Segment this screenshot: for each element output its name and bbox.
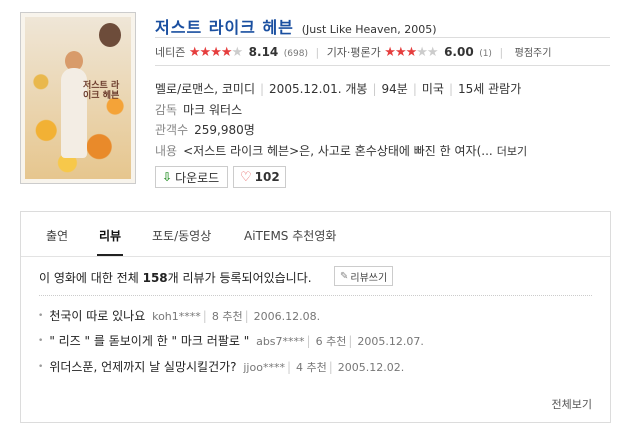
star-filled-icon: ★ [405, 45, 418, 60]
star-empty-icon: ★ [416, 45, 428, 60]
tab-aitems[interactable]: AiTEMS 추천영화 [244, 227, 336, 244]
separator: | [499, 46, 504, 59]
like-button[interactable]: ♡ 102 [233, 166, 286, 188]
divider [39, 295, 592, 296]
divider [155, 37, 610, 38]
review-item[interactable]: • 위더스푼, 언제까지 날 실망시킬건가? jjoo**** | 4 추천 | 2005… [38, 358, 404, 375]
total-suffix: 개 리뷰가 등록되어있습니다. [167, 271, 312, 285]
star-filled-icon: ★ [210, 45, 222, 60]
title-row: 저스트 라이크 헤븐 (Just Like Heaven, 2005) [155, 14, 437, 38]
write-review-label: 리뷰쓰기 [350, 272, 388, 284]
tab-photo-video[interactable]: 포토/동영상 [152, 227, 211, 244]
netizen-label: 네티즌 [155, 46, 186, 59]
bullet-icon: • [38, 311, 44, 321]
release-date: 2005.12.01. 개봉 [269, 82, 368, 96]
genre-link[interactable]: 멜로/로맨스, 코미디 [155, 82, 255, 96]
critic-label: 기자·평론가 [326, 46, 381, 59]
like-count: 102 [254, 170, 280, 184]
write-review-button[interactable]: ✎ 리뷰쓰기 [334, 266, 394, 286]
audience-count: 259,980명 [194, 123, 255, 137]
star-filled-icon: ★ [394, 45, 407, 60]
country-link[interactable]: 미국 [422, 82, 444, 96]
critic-stars: ★★★★★ [384, 45, 439, 60]
review-date: 2005.12.07. [357, 335, 424, 348]
bullet-icon: • [38, 336, 44, 346]
review-item[interactable]: • " 리즈 " 를 돋보이게 한 " 마크 러팔로 " abs7**** | 6 추… [38, 332, 424, 349]
review-recommend: 4 추천 [296, 361, 327, 374]
separator: | [315, 46, 320, 59]
netizen-score: 8.14 [248, 45, 279, 59]
review-date: 2005.12.02. [337, 361, 405, 374]
info-row-summary: 내용 <저스트 라이크 헤븐>은, 사고로 혼수상태에 빠진 한 여자(... 더보… [155, 142, 527, 159]
age-rating: 15세 관람가 [458, 82, 522, 96]
poster-actor-head [99, 23, 121, 47]
pencil-icon: ✎ [340, 270, 349, 282]
review-title[interactable]: 천국이 따로 있나요 [49, 309, 145, 323]
review-title[interactable]: 위더스푼, 언제까지 날 실망시킬건가? [49, 360, 236, 374]
summary-label: 내용 [155, 144, 178, 158]
star-empty-icon: ★ [231, 45, 244, 60]
star-filled-icon: ★ [188, 45, 201, 60]
info-row-genre: 멜로/로맨스, 코미디 | 2005.12.01. 개봉 | 94분 | 미국 | 15세 관람… [155, 82, 522, 96]
director-label: 감독 [155, 103, 178, 117]
poster-title: 저스트 라이크 헤븐 [83, 81, 120, 101]
review-recommend: 8 추천 [211, 310, 243, 323]
info-row-director: 감독 마크 워터스 [155, 101, 242, 118]
heart-icon: ♡ [240, 169, 252, 185]
critic-score: 6.00 [444, 45, 474, 59]
runtime: 94분 [381, 82, 408, 96]
review-date: 2006.12.08. [253, 310, 321, 323]
star-empty-icon: ★ [426, 45, 439, 60]
netizen-count: (698) [283, 49, 308, 59]
movie-poster[interactable]: 저스트 라이크 헤븐 [20, 12, 136, 184]
review-recommend: 6 추천 [315, 335, 347, 348]
tab-reviews[interactable]: 리뷰 [96, 227, 124, 256]
info-row-audience: 관객수 259,980명 [155, 121, 255, 138]
review-item[interactable]: • 천국이 따로 있나요 koh1**** | 8 추천 | 2006.12.08. [38, 307, 320, 324]
netizen-stars: ★★★★★ [188, 45, 244, 60]
download-label: 다운로드 [175, 170, 220, 185]
rating-row: 네티즌 ★★★★★ 8.14 (698) | 기자·평론가 ★★★★★ 6.00… [155, 44, 551, 60]
star-filled-icon: ★ [384, 45, 396, 60]
audience-label: 관객수 [155, 123, 189, 137]
tab-bar: 출연 리뷰 포토/동영상 AiTEMS 추천영화 [21, 212, 610, 257]
download-button[interactable]: ⇩ 다운로드 [155, 166, 228, 188]
total-prefix: 이 영화에 대한 전체 [39, 271, 143, 285]
movie-original-title: (Just Like Heaven, 2005) [301, 23, 437, 36]
view-all-link[interactable]: 전체보기 [552, 396, 592, 412]
review-total: 이 영화에 대한 전체 158개 리뷰가 등록되어있습니다. [39, 269, 312, 286]
movie-title[interactable]: 저스트 라이크 헤븐 [155, 18, 294, 37]
critic-count: (1) [479, 49, 492, 59]
star-filled-icon: ★ [220, 45, 233, 60]
tab-cast[interactable]: 출연 [46, 227, 68, 244]
bullet-icon: • [38, 362, 44, 372]
review-user: koh1**** [152, 310, 201, 323]
divider [155, 65, 610, 66]
review-panel: 출연 리뷰 포토/동영상 AiTEMS 추천영화 이 영화에 대한 전체 158… [20, 211, 611, 423]
total-count: 158 [142, 271, 168, 285]
rate-link[interactable]: 평점주기 [515, 48, 552, 59]
review-user: abs7**** [256, 335, 305, 348]
download-icon: ⇩ [162, 170, 173, 184]
summary-text: <저스트 라이크 헤븐>은, 사고로 혼수상태에 빠진 한 여자(... [183, 144, 493, 158]
review-user: jjoo**** [243, 361, 285, 374]
star-filled-icon: ★ [199, 45, 212, 60]
review-title[interactable]: " 리즈 " 를 돋보이게 한 " 마크 러팔로 " [49, 334, 249, 348]
more-link[interactable]: 더보기 [497, 145, 527, 158]
director-link[interactable]: 마크 워터스 [183, 103, 242, 117]
